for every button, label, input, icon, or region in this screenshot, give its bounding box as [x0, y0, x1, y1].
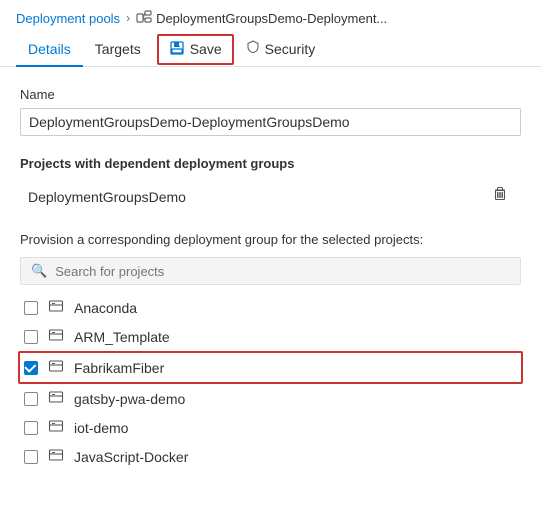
- project-icon: [48, 327, 64, 346]
- project-icon: [48, 447, 64, 466]
- dependent-project-name: DeploymentGroupsDemo: [28, 189, 186, 205]
- tabs-row: Details Targets Save Security: [0, 32, 541, 67]
- main-content: Name Projects with dependent deployment …: [0, 67, 541, 487]
- breadcrumb-link[interactable]: Deployment pools: [16, 11, 120, 26]
- project-checkbox[interactable]: [24, 450, 38, 464]
- provision-label: Provision a corresponding deployment gro…: [20, 232, 521, 247]
- breadcrumb: Deployment pools › DeploymentGroupsDemo-…: [0, 0, 541, 32]
- list-item[interactable]: FabrikamFiber: [18, 351, 523, 384]
- tab-targets[interactable]: Targets: [83, 33, 153, 67]
- dependent-projects-title: Projects with dependent deployment group…: [20, 156, 521, 171]
- search-bar[interactable]: 🔍: [20, 257, 521, 285]
- project-item-name: FabrikamFiber: [74, 360, 164, 376]
- delete-project-button[interactable]: [487, 183, 513, 210]
- save-label: Save: [190, 41, 222, 57]
- project-item-name: iot-demo: [74, 420, 128, 436]
- search-input[interactable]: [55, 264, 510, 279]
- save-icon: [169, 40, 185, 59]
- list-item[interactable]: iot-demo: [20, 413, 521, 442]
- save-button[interactable]: Save: [157, 34, 234, 65]
- dependent-project-row: DeploymentGroupsDemo: [20, 179, 521, 214]
- search-icon: 🔍: [31, 263, 47, 279]
- deployment-groups-icon: [136, 10, 152, 26]
- tab-security[interactable]: Security: [234, 32, 328, 67]
- project-item-name: gatsby-pwa-demo: [74, 391, 185, 407]
- project-item-name: Anaconda: [74, 300, 137, 316]
- project-icon: [48, 389, 64, 408]
- name-label: Name: [20, 87, 521, 102]
- trash-icon: [491, 185, 509, 203]
- list-item[interactable]: gatsby-pwa-demo: [20, 384, 521, 413]
- name-field-group: Name: [20, 87, 521, 136]
- security-label: Security: [265, 41, 316, 57]
- project-list: Anaconda ARM_Template FabrikamFiber gats…: [20, 293, 521, 471]
- project-checkbox[interactable]: [24, 421, 38, 435]
- project-item-name: JavaScript-Docker: [74, 449, 188, 465]
- dependent-projects-section: Projects with dependent deployment group…: [20, 156, 521, 214]
- project-checkbox[interactable]: [24, 361, 38, 375]
- project-checkbox[interactable]: [24, 330, 38, 344]
- provision-section: Provision a corresponding deployment gro…: [20, 232, 521, 471]
- name-input[interactable]: [20, 108, 521, 136]
- list-item[interactable]: Anaconda: [20, 293, 521, 322]
- project-icon: [48, 418, 64, 437]
- breadcrumb-separator: ›: [126, 11, 130, 25]
- shield-icon: [246, 40, 260, 57]
- list-item[interactable]: ARM_Template: [20, 322, 521, 351]
- project-item-name: ARM_Template: [74, 329, 170, 345]
- list-item[interactable]: JavaScript-Docker: [20, 442, 521, 471]
- tab-details[interactable]: Details: [16, 33, 83, 67]
- project-icon: [48, 298, 64, 317]
- breadcrumb-current: DeploymentGroupsDemo-Deployment...: [156, 11, 387, 26]
- project-checkbox[interactable]: [24, 301, 38, 315]
- project-icon: [48, 358, 64, 377]
- project-checkbox[interactable]: [24, 392, 38, 406]
